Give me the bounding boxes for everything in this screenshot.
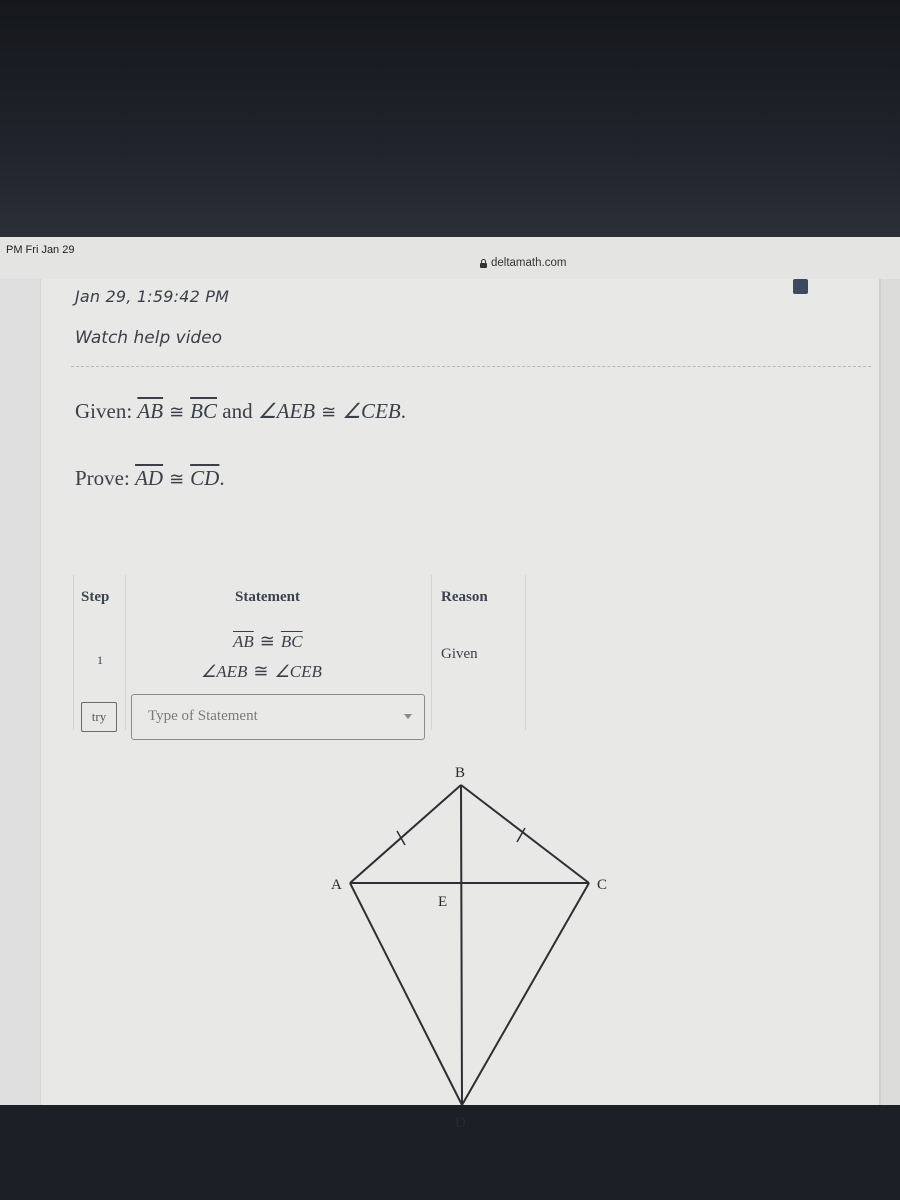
label-b: B — [455, 765, 465, 781]
label-a: A — [331, 877, 342, 893]
kite-diagram: B A C E D — [331, 765, 607, 1129]
header-statement: Statement — [235, 589, 300, 605]
segment-cd-line — [461, 882, 590, 1106]
step-number: 1 — [97, 653, 103, 667]
segment-ab-line — [349, 784, 462, 884]
angle-aeb: ∠AEB — [201, 662, 248, 681]
segment-bc: BC — [190, 399, 217, 423]
segment-bd-line — [460, 784, 463, 1106]
label-e: E — [438, 894, 447, 910]
segment-cd: CD — [190, 466, 220, 490]
timestamp: Jan 29, 1:59:42 PM — [75, 287, 230, 306]
segment-ab: AB — [233, 632, 254, 651]
period: . — [400, 399, 406, 423]
statement-line-2: ∠AEB ≅ ∠CEB — [201, 661, 322, 682]
segment-ab: AB — [137, 399, 164, 423]
segment-ad-line — [349, 882, 463, 1106]
tick-mark-ab — [396, 830, 406, 846]
left-margin — [0, 279, 40, 1105]
divider — [71, 366, 871, 367]
ipad-screen: PM Fri Jan 29 deltamath.com Jan 29, 1:59… — [0, 237, 900, 1129]
congruent-symbol: ≅ — [169, 469, 185, 489]
congruent-symbol: ≅ — [321, 402, 337, 422]
congruent-symbol: ≅ — [259, 631, 275, 651]
table-border — [73, 575, 74, 730]
prove-label: Prove: — [75, 466, 130, 490]
prove-statement: Prove: AD ≅ CD. — [75, 466, 225, 491]
segment-bc-line — [460, 784, 590, 884]
problem-page: Jan 29, 1:59:42 PM Watch help video Give… — [40, 279, 881, 1129]
label-c: C — [597, 877, 607, 893]
corner-square-button[interactable] — [793, 279, 808, 294]
status-bar: PM Fri Jan 29 — [0, 237, 900, 259]
congruent-symbol: ≅ — [253, 661, 269, 681]
status-time: PM Fri Jan 29 — [6, 244, 75, 256]
angle-aeb: ∠AEB — [257, 399, 316, 423]
statement-line-1: AB ≅ BC — [233, 631, 303, 652]
watch-help-video-link[interactable]: Watch help video — [75, 328, 222, 348]
segment-ad: AD — [135, 466, 164, 490]
url-bar[interactable]: deltamath.com — [480, 257, 566, 269]
try-button[interactable]: try — [81, 702, 117, 732]
and-word: and — [222, 399, 253, 423]
table-border — [431, 575, 432, 730]
chevron-down-icon — [404, 714, 412, 719]
table-border — [525, 575, 526, 730]
angle-ceb: ∠CEB — [342, 399, 401, 423]
table-border — [125, 575, 126, 730]
header-step: Step — [81, 589, 110, 605]
given-statement: Given: AB ≅ BC and ∠AEB ≅ ∠CEB. — [75, 399, 406, 424]
device-bezel-top — [0, 0, 900, 237]
type-of-statement-select[interactable]: Type of Statement — [131, 694, 425, 740]
period: . — [219, 466, 225, 490]
segment-bc: BC — [280, 632, 303, 651]
url-text: deltamath.com — [491, 257, 567, 269]
label-d: D — [455, 1115, 466, 1129]
right-scroll-gutter[interactable] — [880, 279, 900, 1105]
congruent-symbol: ≅ — [169, 402, 185, 422]
select-placeholder: Type of Statement — [148, 708, 258, 724]
given-label: Given: — [75, 399, 133, 423]
lock-icon — [480, 258, 487, 268]
header-reason: Reason — [441, 589, 488, 605]
reason-value: Given — [441, 646, 478, 662]
angle-ceb: ∠CEB — [274, 662, 322, 681]
